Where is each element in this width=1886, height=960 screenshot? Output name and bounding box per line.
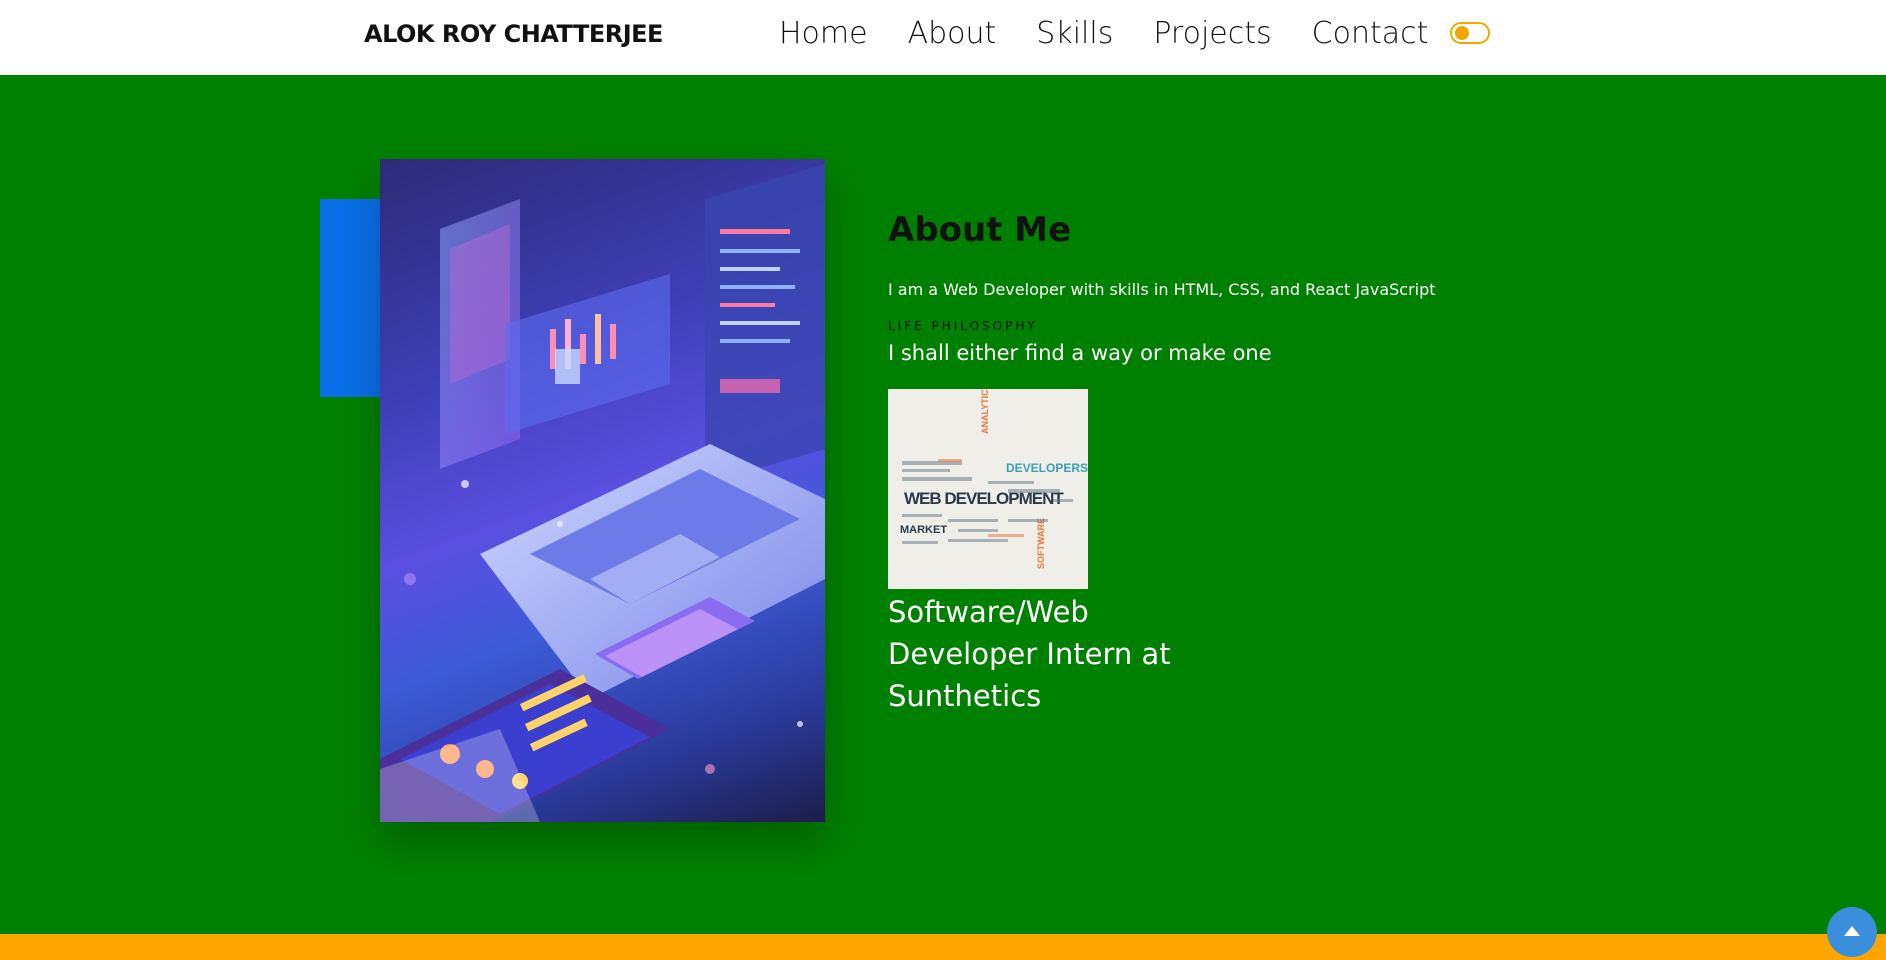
theme-toggle[interactable] — [1450, 22, 1490, 44]
philosophy-label: LIFE PHILOSOPHY — [888, 319, 1038, 333]
about-title: About Me — [888, 210, 1072, 250]
job-title: Software/Web Developer Intern at Sunthet… — [888, 595, 1171, 713]
toggle-switch-icon — [1455, 26, 1469, 40]
nav-skills-link[interactable]: Skills — [1036, 14, 1113, 54]
hero-illustration — [380, 159, 825, 822]
web-development-wordcloud-image: ANALYTICS DEVELOPERS WEB DEVELOPMENT SOF… — [888, 389, 1088, 589]
nav-contact-link[interactable]: Contact — [1312, 14, 1429, 54]
footer-strip — [0, 934, 1886, 960]
isometric-devices-illustration — [380, 164, 825, 822]
brand-name[interactable]: ALOK ROY CHATTERJEE — [364, 20, 663, 48]
nav-links: Home About Skills Projects Contact — [779, 14, 1468, 54]
philosophy-quote: I shall either find a way or make one — [888, 341, 1272, 365]
about-section: About Me I am a Web Developer with skill… — [888, 210, 1588, 717]
scroll-to-top-button[interactable] — [1827, 907, 1877, 957]
about-description: I am a Web Developer with skills in HTML… — [888, 280, 1436, 299]
arrow-up-icon — [1844, 926, 1860, 936]
nav-projects-link[interactable]: Projects — [1153, 14, 1271, 54]
wordcloud-filler-words — [902, 459, 1073, 544]
nav-home-link[interactable]: Home — [779, 14, 868, 54]
accent-block — [320, 199, 382, 397]
nav-about-link[interactable]: About — [908, 14, 997, 54]
navbar: ALOK ROY CHATTERJEE Home About Skills Pr… — [0, 0, 1886, 75]
